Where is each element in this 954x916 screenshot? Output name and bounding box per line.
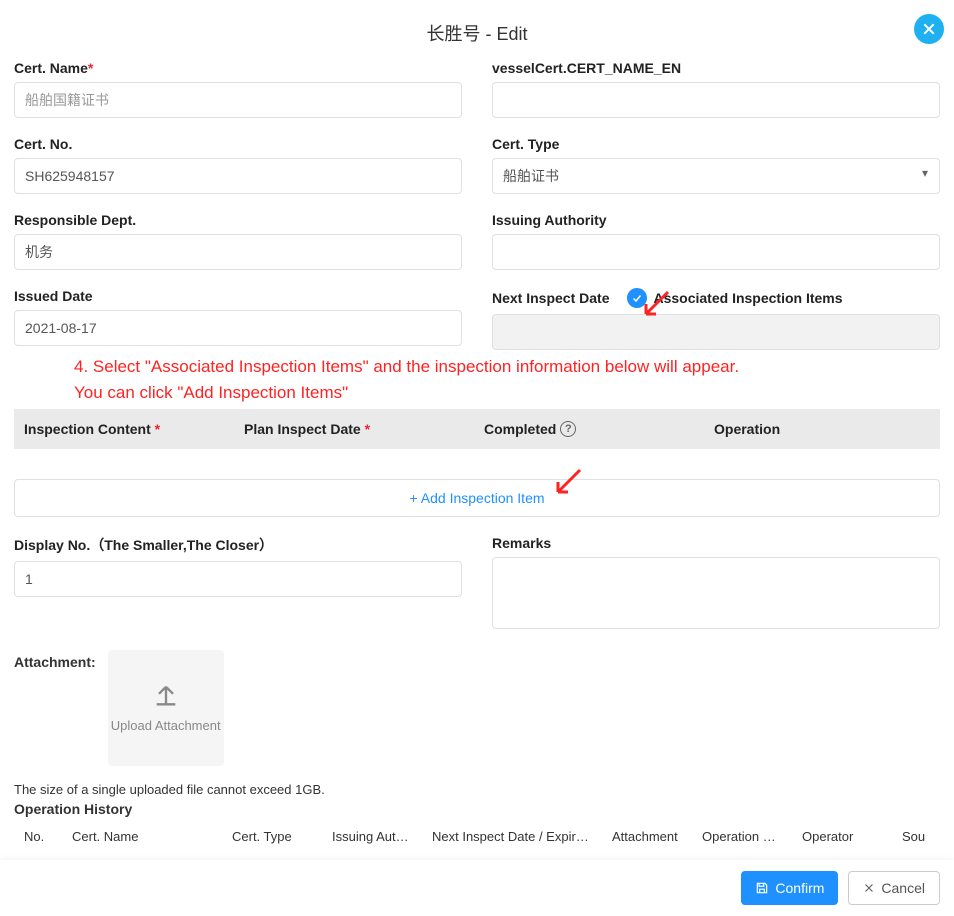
help-icon[interactable]: ? [560,421,576,437]
upload-attachment-button[interactable]: Upload Attachment [108,650,224,766]
next-inspect-input [492,314,940,350]
save-icon [755,881,769,895]
history-table-header: No. Cert. Name Cert. Type Issuing Aut… N… [14,823,940,850]
next-inspect-label: Next Inspect Date Associated Inspection … [492,288,940,308]
issuing-auth-label: Issuing Authority [492,212,940,228]
remarks-textarea[interactable] [492,557,940,629]
cancel-button[interactable]: Cancel [848,871,940,905]
cancel-icon [863,882,875,894]
upload-size-hint: The size of a single uploaded file canno… [14,782,940,797]
page-title: 长胜号 - Edit [426,24,527,44]
confirm-button[interactable]: Confirm [741,871,838,905]
remarks-label: Remarks [492,535,940,551]
cert-name-label: Cert. Name* [14,60,462,76]
resp-dept-input[interactable] [14,234,462,270]
cert-type-label: Cert. Type [492,136,940,152]
cert-no-input[interactable] [14,158,462,194]
check-icon [631,292,643,304]
resp-dept-label: Responsible Dept. [14,212,462,228]
issued-date-input[interactable] [14,310,462,346]
annotation-text: 4. Select "Associated Inspection Items" … [14,354,940,409]
issuing-auth-input[interactable] [492,234,940,270]
cert-name-en-label: vesselCert.CERT_NAME_EN [492,60,940,76]
cert-type-select[interactable]: 船舶证书 [492,158,940,194]
assoc-items-label: Associated Inspection Items [653,290,842,306]
display-no-label: Display No.（The Smaller,The Closer） [14,535,462,555]
attachment-label: Attachment: [14,650,96,670]
cert-name-input[interactable] [14,82,462,118]
issued-date-label: Issued Date [14,288,462,304]
cert-no-label: Cert. No. [14,136,462,152]
add-inspection-item-button[interactable]: + Add Inspection Item [14,479,940,517]
cert-name-en-input[interactable] [492,82,940,118]
close-button[interactable] [914,14,944,44]
operation-history-title: Operation History [14,801,940,817]
inspection-table-header: Inspection Content * Plan Inspect Date *… [14,409,940,449]
assoc-items-checkbox[interactable] [627,288,647,308]
upload-icon [152,681,180,709]
display-no-input[interactable] [14,561,462,597]
close-icon [921,21,937,37]
